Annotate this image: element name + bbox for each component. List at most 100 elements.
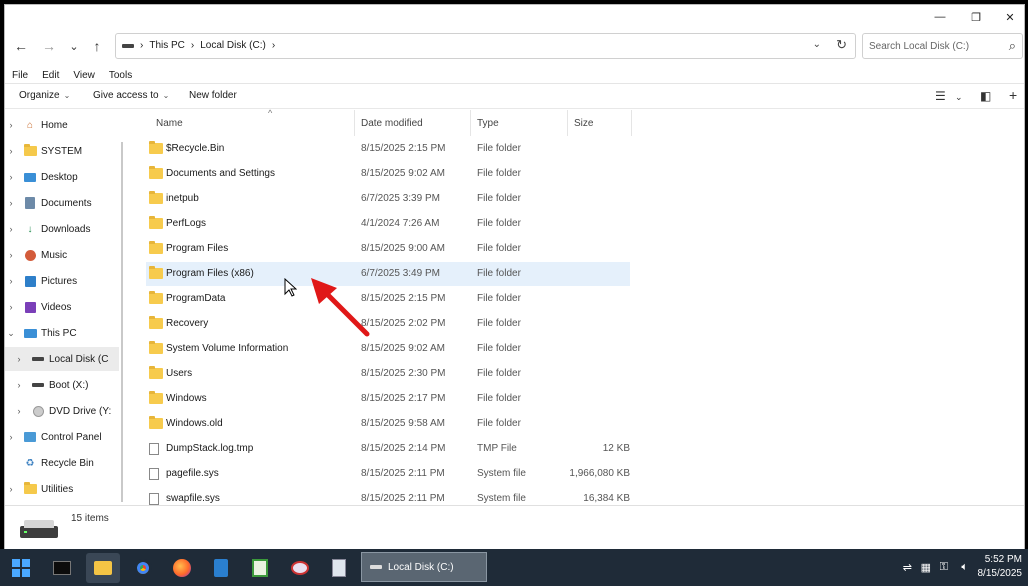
navigation-scrollbar[interactable]: [121, 142, 123, 502]
minimize-button[interactable]: —: [922, 5, 958, 29]
chevron-right-icon[interactable]: ›: [5, 484, 17, 494]
chevron-right-icon[interactable]: ›: [5, 146, 17, 156]
sidebar-item-recycle-bin[interactable]: ♻ Recycle Bin: [5, 451, 119, 475]
notepad-icon[interactable]: [204, 553, 238, 583]
breadcrumb-local-disk[interactable]: Local Disk (C:): [200, 40, 266, 51]
chrome-icon[interactable]: [126, 553, 160, 583]
chevron-right-icon[interactable]: ›: [5, 432, 17, 442]
firefox-icon[interactable]: [165, 553, 199, 583]
column-header-date[interactable]: Date modified: [355, 110, 471, 136]
sidebar-item-dvd-drive[interactable]: › DVD Drive (Y:: [5, 399, 119, 423]
chevron-right-icon[interactable]: ›: [13, 354, 25, 364]
folder-icon: [149, 391, 163, 407]
clock[interactable]: 5:52 PM 8/15/2025: [978, 553, 1023, 581]
chevron-right-icon[interactable]: ›: [5, 224, 17, 234]
organize-button[interactable]: Organize ⌄: [19, 90, 70, 101]
start-button[interactable]: [4, 553, 38, 583]
table-row[interactable]: System Volume Information 8/15/2025 9:02 …: [146, 337, 630, 361]
security-icon[interactable]: ⚿: [940, 561, 948, 574]
table-row[interactable]: PerfLogs 4/1/2024 7:26 AM File folder: [146, 212, 630, 236]
sidebar-item-control-panel[interactable]: › Control Panel: [5, 425, 119, 449]
table-row[interactable]: Users 8/15/2025 2:30 PM File folder: [146, 362, 630, 386]
sidebar-item-label: Desktop: [41, 171, 78, 183]
view-options-icon[interactable]: ☰: [935, 89, 946, 103]
table-row[interactable]: Windows.old 8/15/2025 9:58 AM File folder: [146, 412, 630, 436]
close-button[interactable]: ✕: [992, 5, 1024, 29]
sidebar-item-system[interactable]: › SYSTEM: [5, 139, 119, 163]
table-row[interactable]: Documents and Settings 8/15/2025 9:02 AM F…: [146, 162, 630, 186]
add-icon[interactable]: +: [1009, 87, 1017, 103]
table-row[interactable]: inetpub 6/7/2025 3:39 PM File folder: [146, 187, 630, 211]
give-access-button[interactable]: Give access to ⌄: [93, 90, 169, 101]
file-name: Program Files: [166, 243, 229, 254]
search-input[interactable]: Search Local Disk (C:): [869, 41, 969, 52]
menu-edit[interactable]: Edit: [35, 68, 66, 83]
table-row[interactable]: Program Files (x86) 6/7/2025 3:49 PM File …: [146, 262, 630, 286]
column-name-label: Name: [156, 118, 183, 129]
chevron-down-icon[interactable]: ⌄: [955, 92, 963, 103]
sidebar-item-music[interactable]: › Music: [5, 243, 119, 267]
chevron-right-icon[interactable]: ›: [5, 250, 17, 260]
table-row[interactable]: ProgramData 8/15/2025 2:15 PM File folder: [146, 287, 630, 311]
paint-icon[interactable]: [283, 553, 317, 583]
sidebar-item-utilities[interactable]: › Utilities: [5, 477, 119, 501]
calculator-icon[interactable]: [322, 553, 356, 583]
editor-icon[interactable]: [243, 553, 277, 583]
color-icon[interactable]: ▦: [921, 561, 931, 574]
chevron-right-icon[interactable]: ›: [5, 276, 17, 286]
column-header-type[interactable]: Type: [471, 110, 568, 136]
menu-tools[interactable]: Tools: [102, 68, 139, 83]
column-header-name[interactable]: ^ Name: [150, 108, 355, 136]
sidebar-item-local-disk[interactable]: › Local Disk (C: [5, 347, 119, 371]
table-row[interactable]: DumpStack.log.tmp 8/15/2025 2:14 PM TMP Fi…: [146, 437, 630, 461]
new-folder-button[interactable]: New folder: [189, 90, 237, 101]
sidebar-item-downloads[interactable]: › ↓ Downloads: [5, 217, 119, 241]
table-row[interactable]: pagefile.sys 8/15/2025 2:11 PM System file…: [146, 462, 630, 486]
address-dropdown-icon[interactable]: ⌄: [813, 39, 821, 50]
sidebar-item-videos[interactable]: › Videos: [5, 295, 119, 319]
refresh-icon[interactable]: ↻: [836, 37, 847, 53]
file-type: TMP File: [477, 443, 517, 454]
file-explorer-taskbar-icon[interactable]: [86, 553, 120, 583]
menu-file[interactable]: File: [5, 68, 35, 83]
table-row[interactable]: Recovery 8/15/2025 2:02 PM File folder: [146, 312, 630, 336]
breadcrumb-this-pc[interactable]: This PC: [149, 40, 185, 51]
search-box[interactable]: Search Local Disk (C:) ⌕: [862, 33, 1023, 59]
sidebar-item-home[interactable]: › ⌂ Home: [5, 113, 119, 137]
column-header-size[interactable]: Size: [568, 110, 632, 136]
taskbar-window-local-disk[interactable]: Local Disk (C:): [361, 552, 487, 582]
forward-button[interactable]: →: [38, 35, 60, 57]
clock-time: 5:52 PM: [984, 554, 1022, 565]
sidebar-item-desktop[interactable]: › Desktop: [5, 165, 119, 189]
chevron-right-icon[interactable]: ›: [5, 302, 17, 312]
chevron-right-icon[interactable]: ›: [5, 198, 17, 208]
sidebar-item-this-pc[interactable]: ⌄ This PC: [5, 321, 119, 345]
chevron-down-icon[interactable]: ⌄: [5, 328, 17, 339]
address-bar[interactable]: › This PC › Local Disk (C:) › ⌄ ↻: [115, 33, 856, 59]
red-arrow-annotation: [311, 278, 370, 337]
search-icon[interactable]: ⌕: [1009, 38, 1016, 54]
chevron-right-icon[interactable]: ›: [13, 406, 25, 416]
file-date-modified: 8/15/2025 9:00 AM: [361, 243, 445, 254]
menu-view[interactable]: View: [66, 68, 102, 83]
table-row[interactable]: Program Files 8/15/2025 9:00 AM File folde…: [146, 237, 630, 261]
up-button[interactable]: ↑: [86, 35, 108, 57]
downloads-icon: ↓: [27, 223, 33, 235]
table-row[interactable]: Windows 8/15/2025 2:17 PM File folder: [146, 387, 630, 411]
recent-locations-button[interactable]: ⌄: [63, 35, 85, 57]
back-button[interactable]: ←: [10, 35, 32, 57]
network-icon[interactable]: ⇌: [903, 561, 912, 574]
preview-pane-icon[interactable]: ◧: [980, 89, 991, 103]
chevron-right-icon[interactable]: ›: [5, 120, 17, 130]
volume-icon[interactable]: 🔈︎: [961, 561, 968, 574]
control-panel-icon: [23, 431, 37, 443]
chevron-right-icon[interactable]: ›: [5, 172, 17, 182]
chevron-right-icon[interactable]: ›: [13, 380, 25, 390]
sidebar-item-pictures[interactable]: › Pictures: [5, 269, 119, 293]
terminal-icon[interactable]: [45, 553, 79, 583]
restore-button[interactable]: ❐: [958, 5, 994, 29]
sidebar-item-boot[interactable]: › Boot (X:): [5, 373, 119, 397]
file-list: ^ Name Date modified Type Size $Recycle.…: [133, 108, 1024, 505]
table-row[interactable]: $Recycle.Bin 8/15/2025 2:15 PM File folder: [146, 137, 630, 161]
sidebar-item-documents[interactable]: › Documents: [5, 191, 119, 215]
